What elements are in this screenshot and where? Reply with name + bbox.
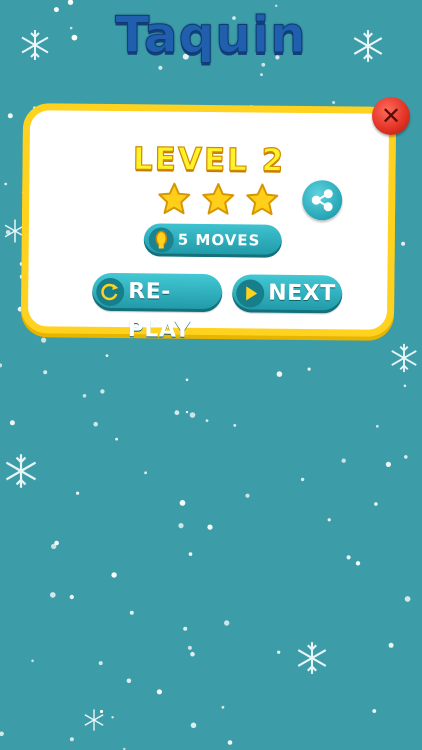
snow-dot xyxy=(4,182,8,186)
level-complete-dialog: LEVEL 2 5 MOVES RE-PLAY NEXT xyxy=(20,103,397,343)
snow-dot xyxy=(332,101,336,104)
snow-dot xyxy=(144,471,148,475)
snow-dot xyxy=(187,645,192,650)
next-label: NEXT xyxy=(268,280,336,307)
snowflake-icon xyxy=(297,642,327,674)
snow-dot xyxy=(277,650,281,654)
snow-dot xyxy=(31,659,34,663)
snow-dot xyxy=(245,493,250,498)
snow-dot xyxy=(183,626,188,631)
star-icon xyxy=(246,183,279,216)
snow-dot xyxy=(307,367,311,371)
snow-dot xyxy=(375,424,379,428)
snow-dot xyxy=(188,552,193,556)
snow-dot xyxy=(69,594,75,600)
snow-dot xyxy=(0,731,4,737)
snow-dot xyxy=(355,561,361,566)
share-button[interactable] xyxy=(302,179,343,221)
snow-dot xyxy=(205,419,209,422)
share-icon xyxy=(311,189,333,212)
snow-dot xyxy=(385,461,391,467)
snow-dot xyxy=(227,740,233,745)
snow-dot xyxy=(126,678,132,684)
level-label: LEVEL 2 xyxy=(132,141,286,180)
star-icon xyxy=(202,183,235,215)
snow-dot xyxy=(93,421,98,427)
snow-dot xyxy=(260,73,263,76)
snow-dot xyxy=(105,354,109,357)
snow-dot xyxy=(82,394,87,398)
snow-dot xyxy=(404,596,411,602)
snow-dot xyxy=(224,620,230,626)
snow-dot xyxy=(404,455,408,459)
snow-dot xyxy=(158,65,163,70)
close-icon: ✕ xyxy=(380,102,402,130)
moves-label: 5 MOVES xyxy=(177,230,261,250)
close-button[interactable]: ✕ xyxy=(372,97,410,135)
snowflake-icon xyxy=(84,709,104,731)
snow-dot xyxy=(7,113,13,119)
snow-dot xyxy=(100,389,105,394)
snow-dot xyxy=(98,661,103,666)
snow-dot xyxy=(179,500,186,506)
snow-dot xyxy=(401,241,406,246)
snow-dot xyxy=(41,337,47,343)
snow-dot xyxy=(129,610,134,615)
star-rating xyxy=(157,181,279,216)
snow-dot xyxy=(54,540,59,546)
snow-dot xyxy=(185,410,189,414)
snow-dot xyxy=(221,705,225,709)
snow-dot xyxy=(233,424,237,427)
snow-dot xyxy=(327,518,331,522)
snow-dot xyxy=(276,371,283,377)
play-icon xyxy=(236,279,265,308)
snow-dot xyxy=(9,420,15,426)
snow-dot xyxy=(156,689,162,695)
snow-dot xyxy=(341,458,346,463)
snow-dot xyxy=(178,523,184,529)
replay-label: RE-PLAY xyxy=(127,279,191,343)
snowflake-icon xyxy=(5,454,37,488)
next-button[interactable]: NEXT xyxy=(232,274,343,314)
snowflake-icon xyxy=(391,343,417,373)
snow-dot xyxy=(300,477,305,482)
snow-dot xyxy=(185,378,189,382)
snow-dot xyxy=(115,437,118,441)
snow-dot xyxy=(374,502,378,506)
snow-dot xyxy=(50,592,56,598)
replay-icon xyxy=(96,277,125,307)
snow-dot xyxy=(403,384,407,388)
game-title: Taquin xyxy=(115,6,307,65)
snow-dot xyxy=(76,491,80,495)
snow-dot xyxy=(346,555,351,560)
moves-counter: 5 MOVES xyxy=(143,223,282,258)
snow-dot xyxy=(0,363,3,368)
snow-dot xyxy=(190,651,195,657)
snow-dot xyxy=(69,737,74,742)
medal-icon xyxy=(148,227,174,253)
snow-dot xyxy=(207,524,213,530)
snow-dot xyxy=(111,716,114,719)
snow-dot xyxy=(372,709,377,713)
star-icon xyxy=(158,182,191,215)
snow-dot xyxy=(67,0,74,5)
snow-dot xyxy=(388,642,394,648)
snow-dot xyxy=(43,370,48,375)
snow-dot xyxy=(111,572,117,578)
snow-dot xyxy=(174,410,180,416)
replay-button[interactable]: RE-PLAY xyxy=(92,272,223,343)
snow-dot xyxy=(189,412,196,418)
snow-dot xyxy=(190,722,197,729)
